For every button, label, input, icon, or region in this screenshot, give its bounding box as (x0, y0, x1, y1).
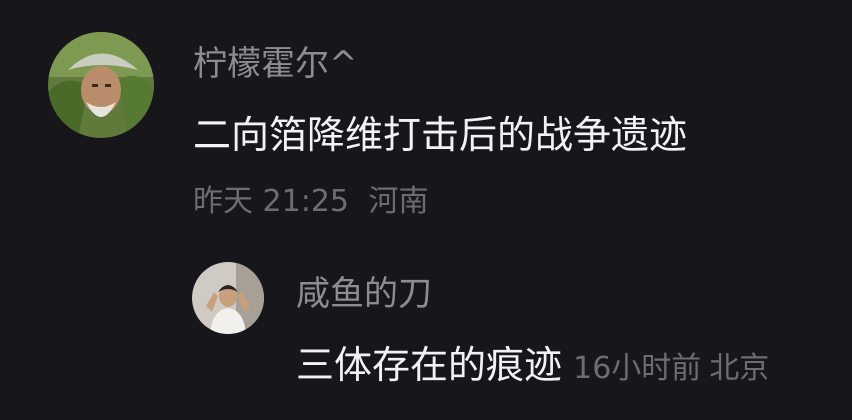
avatar[interactable] (48, 32, 154, 138)
comment-location: 河南 (368, 184, 429, 219)
reply-item: 咸鱼的刀 三体存在的痕迹 16小时前 北京 (0, 230, 852, 420)
comment-content: 二向箔降维打击后的战争遗迹 (193, 113, 688, 157)
comment-username[interactable]: 柠檬霍尔^ (193, 36, 358, 85)
reply-content: 三体存在的痕迹 (296, 343, 563, 387)
reply-location: 北京 (709, 351, 770, 386)
comment-item: 柠檬霍尔^ 二向箔降维打击后的战争遗迹 昨天 21:25 河南 (0, 0, 852, 230)
comment-meta: 昨天 21:25 河南 (193, 176, 429, 220)
avatar[interactable] (192, 262, 264, 334)
comment-time: 昨天 21:25 (193, 184, 349, 219)
reply-meta: 16小时前 北京 (573, 351, 769, 386)
reply-time: 16小时前 (573, 351, 702, 386)
reply-username[interactable]: 咸鱼的刀 (296, 266, 432, 315)
reply-line: 三体存在的痕迹 16小时前 北京 (296, 334, 769, 389)
